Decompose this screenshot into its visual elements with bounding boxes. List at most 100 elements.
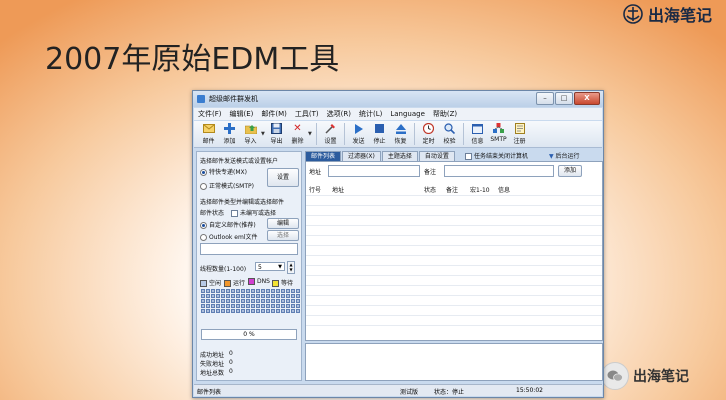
watermark-text: 出海笔记 — [633, 369, 689, 385]
toolbar-separator — [463, 123, 464, 145]
toolbar-timer-button[interactable]: 定时 — [418, 123, 439, 145]
export-icon — [271, 123, 283, 134]
thread-cell — [271, 304, 275, 308]
toolbar-send-button[interactable]: 发送 — [348, 123, 369, 145]
toolbar-register-button[interactable]: 注册 — [509, 123, 530, 145]
column-header[interactable]: 宏1-10 — [470, 185, 490, 194]
delete-dropdown-icon[interactable]: ▼ — [308, 131, 313, 137]
shutdown-checkbox[interactable]: 任务结束关闭计算机 — [465, 151, 528, 160]
thread-cell — [221, 289, 225, 293]
menu-language[interactable]: Language — [390, 110, 425, 118]
tab-mail-list[interactable]: 邮件列表 — [305, 151, 342, 161]
wait-swatch — [272, 280, 279, 287]
menu-bar: 文件(F) 编辑(E) 邮件(M) 工具(T) 选项(R) 统计(L) Lang… — [194, 108, 602, 120]
thread-cell — [236, 309, 240, 313]
thread-cell — [216, 294, 220, 298]
status-checkbox[interactable]: 未编写或选择 — [231, 208, 276, 217]
menu-help[interactable]: 帮助(Z) — [433, 109, 457, 119]
title-bar[interactable]: 超级邮件群发机 – □ X — [193, 91, 603, 107]
threads-select[interactable]: 5 ▼ — [255, 262, 285, 271]
thread-cell — [246, 299, 250, 303]
toolbar-resume-button[interactable]: 恢复 — [390, 123, 411, 145]
menu-options[interactable]: 选项(R) — [327, 109, 351, 119]
address-input[interactable] — [328, 165, 420, 177]
thread-cell — [236, 299, 240, 303]
menu-stats[interactable]: 统计(L) — [359, 109, 382, 119]
toolbar-label: 删除 — [291, 138, 304, 145]
mode-settings-button[interactable]: 设置 — [267, 168, 299, 187]
remark-input[interactable] — [444, 165, 554, 177]
maximize-button[interactable]: □ — [555, 92, 573, 105]
thread-cell — [286, 289, 290, 293]
mode-special-radio[interactable]: 特快专递(MX) — [200, 167, 247, 176]
toolbar-settings-button[interactable]: 设置 — [320, 123, 341, 145]
send-icon — [353, 123, 365, 134]
mode-normal-radio[interactable]: 正常模式(SMTP) — [200, 181, 254, 190]
toolbar-verify-button[interactable]: 校验 — [439, 123, 460, 145]
toolbar-info-button[interactable]: 信息 — [467, 123, 488, 145]
menu-tools[interactable]: 工具(T) — [295, 109, 319, 119]
thread-cell — [206, 299, 210, 303]
column-header[interactable]: 信息 — [498, 185, 510, 194]
minimize-button[interactable]: – — [536, 92, 554, 105]
table-row — [306, 275, 602, 276]
thread-cell — [221, 299, 225, 303]
thread-cell — [241, 309, 245, 313]
column-header[interactable]: 地址 — [332, 185, 344, 194]
log-panel — [305, 343, 603, 381]
outlook-radio[interactable]: Outlook eml文件 — [200, 232, 257, 241]
toolbar-add-button[interactable]: 添加 — [219, 123, 240, 145]
custom-mail-radio[interactable]: 自定义邮件(推荐) — [200, 220, 256, 229]
table-row — [306, 315, 602, 316]
toolbar-stop-button[interactable]: 停止 — [369, 123, 390, 145]
thread-cell — [256, 309, 260, 313]
menu-edit[interactable]: 编辑(E) — [230, 109, 254, 119]
legend-running: 运行 — [224, 278, 245, 287]
progress-bar: 0 % — [201, 329, 297, 340]
thread-cell — [291, 289, 295, 293]
toolbar-import-button[interactable]: 导入 — [240, 123, 261, 145]
import-icon — [244, 123, 257, 134]
chevron-down-icon: ▼ — [278, 264, 282, 270]
thread-cell — [206, 304, 210, 308]
radio-icon — [200, 183, 207, 190]
thread-cell — [271, 289, 275, 293]
toolbar-export-button[interactable]: 导出 — [266, 123, 287, 145]
toolbar-label: 注册 — [513, 138, 526, 145]
tab-auto-settings[interactable]: 自动设置 — [418, 151, 455, 161]
column-header[interactable]: 状态 — [424, 185, 436, 194]
toolbar: 邮件 添加 导入 ▼ 导出 ✕ 删除 ▼ 设置 发送 停止 恢复 定时 校验 信… — [194, 121, 602, 148]
tab-filter[interactable]: 过滤器(X) — [342, 151, 381, 161]
table-row — [306, 205, 602, 206]
column-header[interactable]: 行号 — [309, 185, 321, 194]
thread-cell — [291, 304, 295, 308]
menu-file[interactable]: 文件(F) — [198, 109, 222, 119]
tab-subject[interactable]: 主题选择 — [381, 151, 418, 161]
toolbar-mail-button[interactable]: 邮件 — [198, 123, 219, 145]
table-row — [306, 255, 602, 256]
menu-mail[interactable]: 邮件(M) — [261, 109, 287, 119]
thread-cell — [251, 299, 255, 303]
legend-running-label: 运行 — [233, 280, 246, 287]
background-run-button[interactable]: ▼ 后台运行 — [549, 151, 580, 160]
edit-button[interactable]: 编辑 — [267, 218, 299, 229]
threads-spinner[interactable]: ▲ ▼ — [287, 261, 295, 274]
toolbar-delete-button[interactable]: ✕ 删除 — [287, 123, 308, 145]
file-path-input[interactable] — [200, 243, 298, 255]
thread-cell — [201, 304, 205, 308]
app-icon — [197, 95, 205, 103]
add-address-button[interactable]: 添加 — [558, 165, 582, 177]
select-file-button[interactable]: 选择 — [267, 230, 299, 241]
toolbar-label: 定时 — [422, 138, 435, 145]
close-button[interactable]: X — [574, 92, 600, 105]
thread-cell — [211, 289, 215, 293]
column-header[interactable]: 备注 — [446, 185, 458, 194]
thread-cell — [251, 294, 255, 298]
thread-cell — [256, 299, 260, 303]
thread-cell — [296, 304, 300, 308]
toolbar-label: 设置 — [324, 138, 337, 145]
toolbar-smtp-button[interactable]: SMTP — [488, 123, 509, 143]
thread-cell — [256, 304, 260, 308]
register-icon — [514, 123, 526, 134]
toolbar-separator — [316, 123, 317, 145]
